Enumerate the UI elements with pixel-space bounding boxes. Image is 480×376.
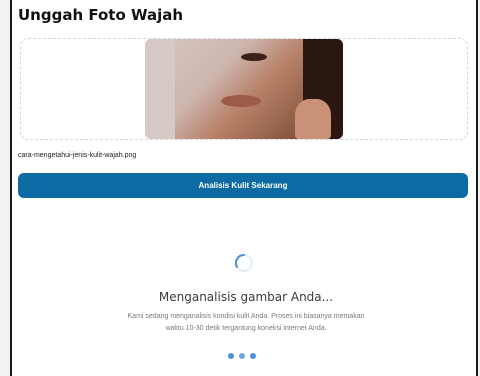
uploaded-photo-preview [145, 39, 343, 139]
uploaded-file-name: cara-mengetahui-jenis-kulit-wajah.png [18, 152, 137, 159]
upload-panel: Unggah Foto Wajah cara-mengetahui-jenis-… [10, 0, 478, 376]
loading-dot [239, 353, 245, 359]
page-title: Unggah Foto Wajah [18, 6, 184, 24]
analyze-skin-button[interactable]: Analisis Kulit Sekarang [18, 173, 468, 198]
photo-upload-area[interactable] [20, 38, 468, 140]
loading-description: Kami sedang menganalisis kondisi kulit A… [127, 313, 365, 332]
loading-dot [228, 353, 234, 359]
loading-dots-icon [228, 353, 256, 359]
loading-spinner-icon [234, 253, 253, 272]
loading-dot [250, 353, 256, 359]
loading-title: Menganalisis gambar Anda... [158, 290, 334, 304]
